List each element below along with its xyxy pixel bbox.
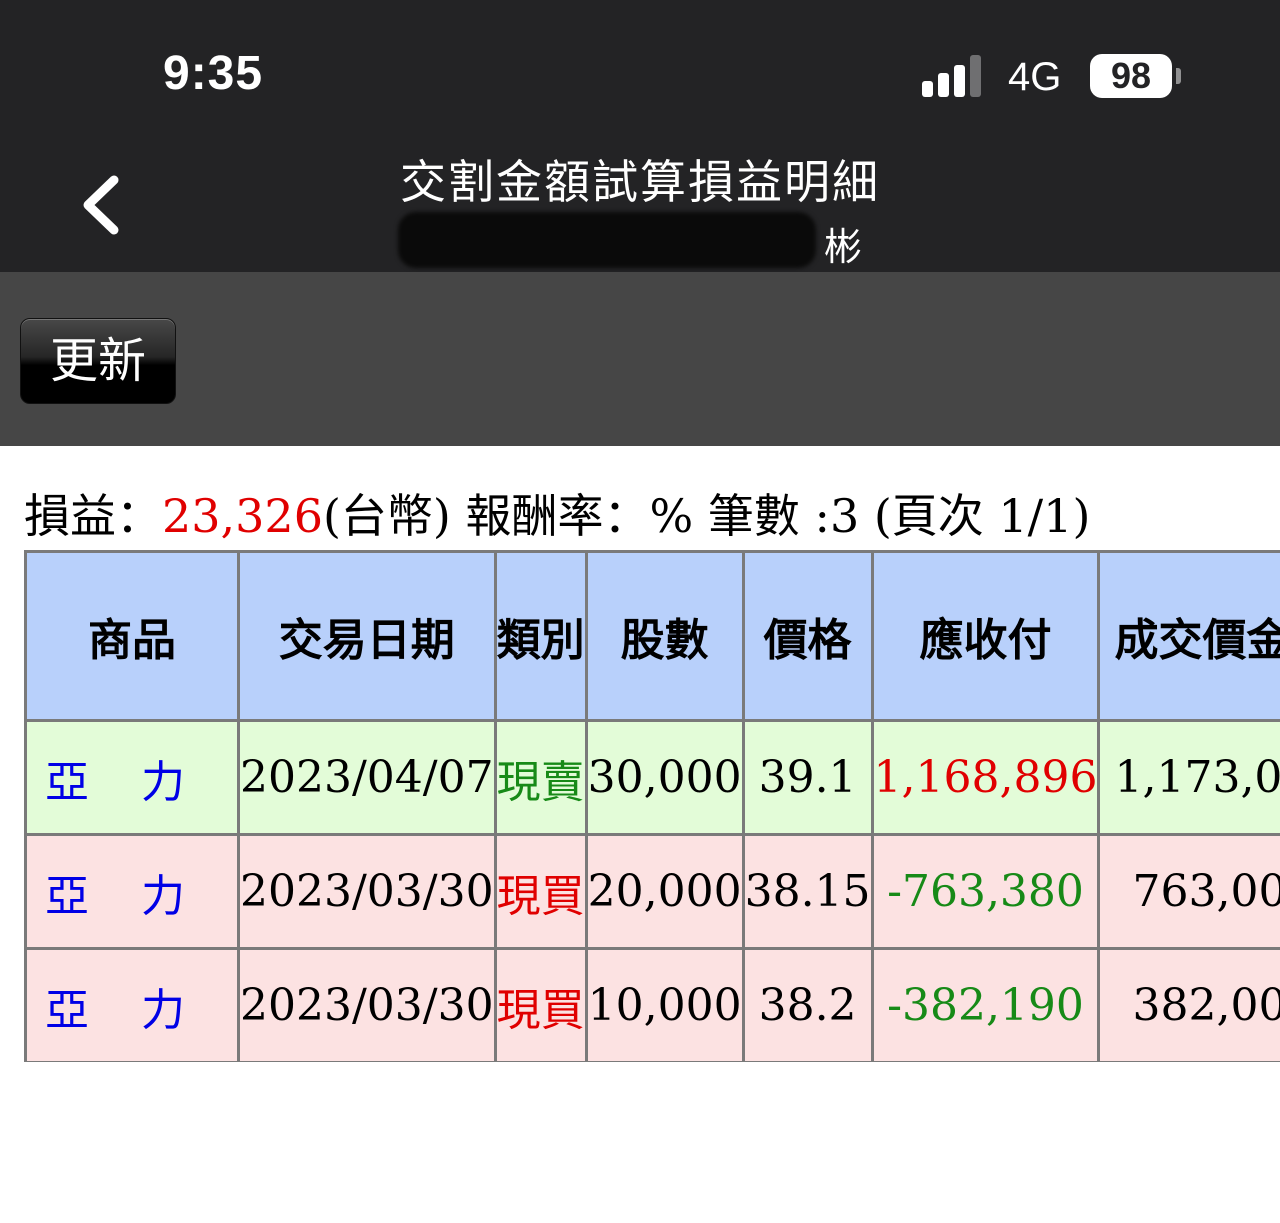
toolbar	[0, 272, 1280, 446]
trade-table: 商品 交易日期 類別 股數 價格 應收付 成交價金 亞力 2023/04/07 …	[24, 550, 1280, 1062]
table-row[interactable]: 亞力 2023/04/07 現賣 30,000 39.1 1,168,896 1…	[24, 722, 1280, 836]
battery-tip	[1176, 68, 1181, 84]
table-header-row: 商品 交易日期 類別 股數 價格 應收付 成交價金	[24, 550, 1280, 722]
price-cell: 38.2	[744, 950, 874, 1062]
receivable-cell: 1,168,896	[873, 722, 1101, 836]
shares-cell: 10,000	[587, 950, 745, 1062]
amount-cell: 1,173,000	[1100, 722, 1280, 836]
type-cell: 現賣	[496, 722, 588, 836]
price-cell: 39.1	[744, 722, 874, 836]
receivable-cell: -763,380	[873, 836, 1101, 950]
date-cell: 2023/04/07	[240, 722, 497, 836]
type-cell: 現買	[496, 836, 588, 950]
product-cell[interactable]: 亞力	[24, 722, 240, 836]
product-cell[interactable]: 亞力	[24, 836, 240, 950]
summary-line: 損益：23,326(台幣) 報酬率：% 筆數 :3 (頁次 1/1)	[24, 480, 1090, 546]
page-indicator: (頁次 1/1)	[873, 489, 1091, 543]
header-shares: 股數	[587, 550, 745, 722]
account-name-suffix: 彬	[824, 225, 863, 269]
battery-icon: 98	[1090, 54, 1172, 98]
refresh-button[interactable]: 更新	[20, 318, 176, 404]
type-cell: 現買	[496, 950, 588, 1062]
return-rate: 報酬率：%	[465, 489, 708, 543]
date-cell: 2023/03/30	[240, 836, 497, 950]
amount-cell: 763,000	[1100, 836, 1280, 950]
header-type: 類別	[496, 550, 588, 722]
date-cell: 2023/03/30	[240, 950, 497, 1062]
pl-unit: (台幣)	[322, 489, 466, 543]
trade-table-wrapper: 商品 交易日期 類別 股數 價格 應收付 成交價金 亞力 2023/04/07 …	[24, 550, 1280, 1062]
header-product: 商品	[24, 550, 240, 722]
record-count: 筆數 :3	[707, 489, 874, 543]
header-trade-date: 交易日期	[240, 550, 497, 722]
header-amount: 成交價金	[1100, 550, 1280, 722]
price-cell: 38.15	[744, 836, 874, 950]
shares-cell: 20,000	[587, 836, 745, 950]
redacted-account	[398, 212, 816, 268]
header-receivable: 應收付	[873, 550, 1101, 722]
receivable-cell: -382,190	[873, 950, 1101, 1062]
table-row[interactable]: 亞力 2023/03/30 現買 10,000 38.2 -382,190 38…	[24, 950, 1280, 1062]
network-label: 4G	[1008, 55, 1062, 99]
status-time: 9:35	[163, 47, 264, 100]
header-price: 價格	[744, 550, 874, 722]
amount-cell: 382,000	[1100, 950, 1280, 1062]
shares-cell: 30,000	[587, 722, 745, 836]
product-cell[interactable]: 亞力	[24, 950, 240, 1062]
pl-label: 損益：	[24, 489, 162, 543]
page-title: 交割金額試算損益明細	[400, 155, 880, 209]
pl-value: 23,326	[162, 489, 323, 543]
table-row[interactable]: 亞力 2023/03/30 現買 20,000 38.15 -763,380 7…	[24, 836, 1280, 950]
signal-icon	[922, 55, 984, 97]
